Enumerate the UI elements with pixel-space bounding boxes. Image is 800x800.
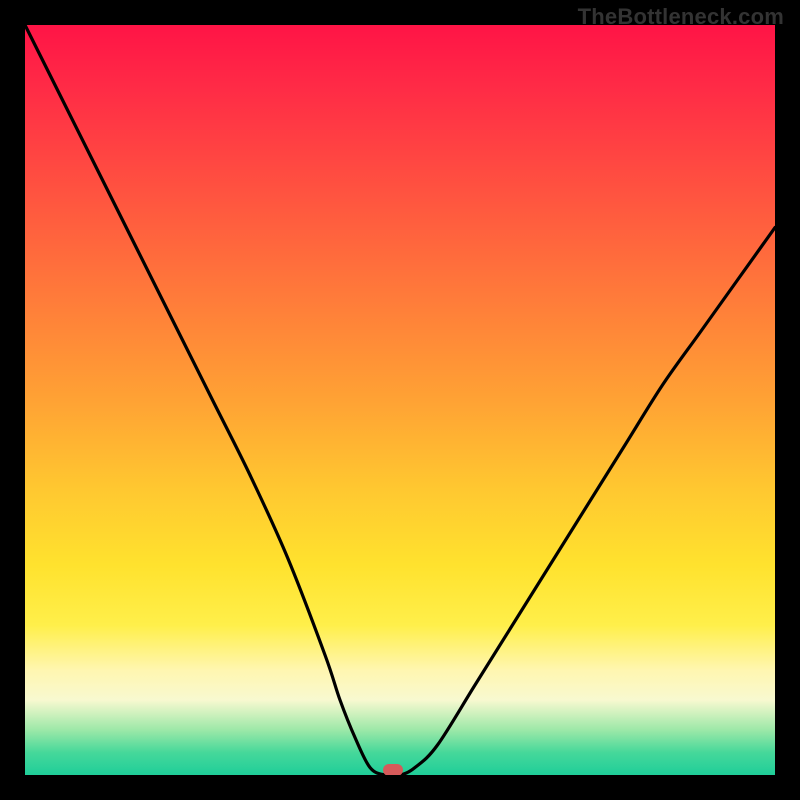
watermark-text: TheBottleneck.com [578, 4, 784, 30]
optimum-marker [383, 764, 403, 775]
bottleneck-curve [25, 25, 775, 775]
chart-frame: TheBottleneck.com [0, 0, 800, 800]
curve-path [25, 25, 775, 775]
plot-area [25, 25, 775, 775]
